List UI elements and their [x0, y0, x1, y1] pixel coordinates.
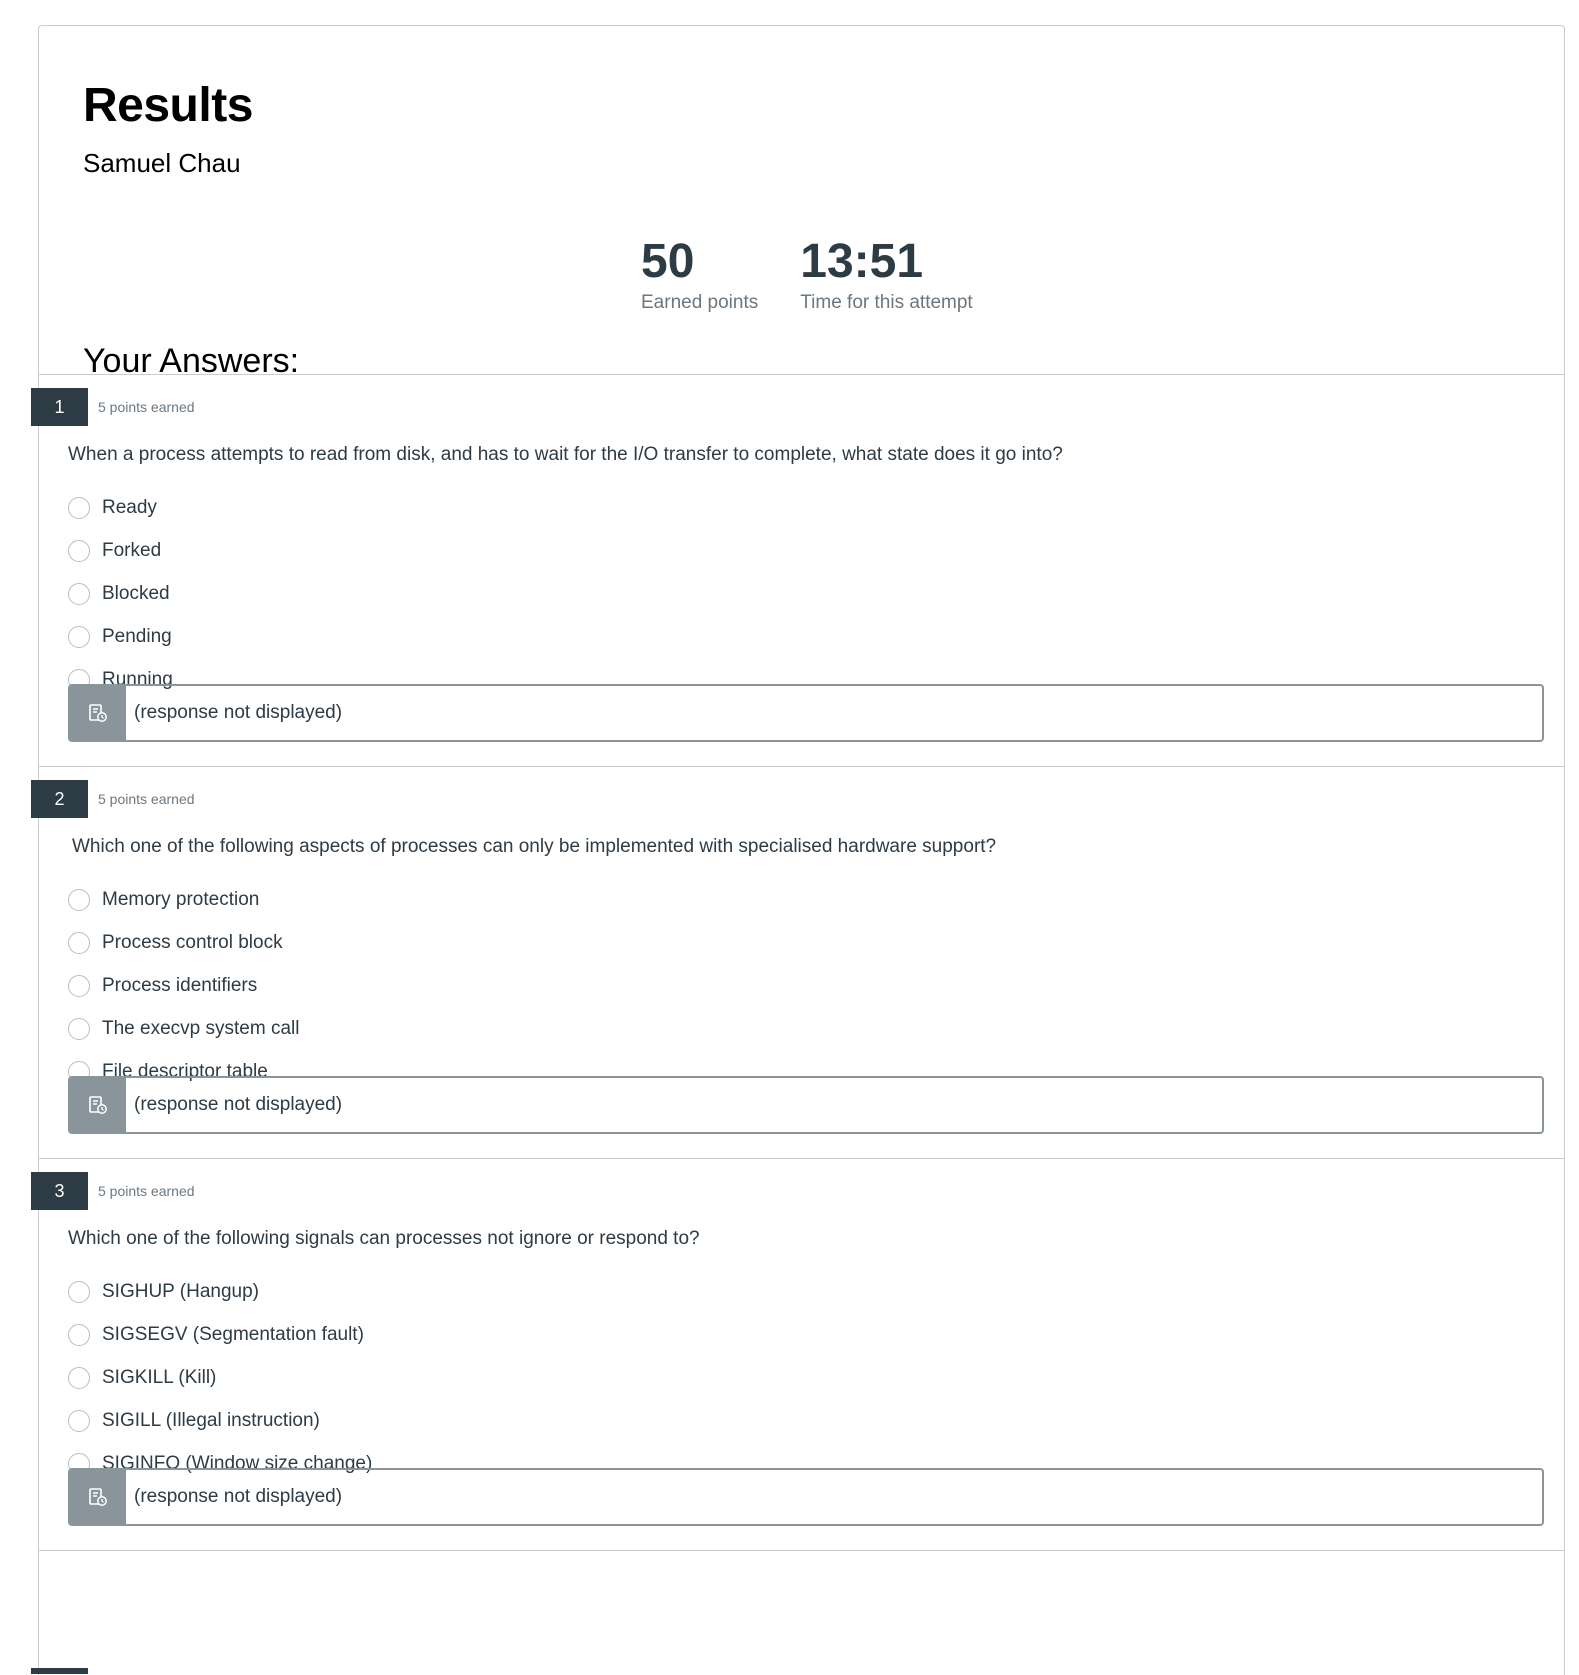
response-text: (response not displayed) — [134, 1486, 343, 1507]
attempt-time-stat: 13:51 Time for this attempt — [800, 238, 972, 314]
option-label: SIGILL (Illegal instruction) — [102, 1409, 320, 1431]
option-label: The execvp system call — [102, 1017, 300, 1039]
next-question-number — [31, 1668, 88, 1674]
option-label: Blocked — [102, 582, 170, 604]
divider — [38, 1158, 1565, 1159]
question-number: 3 — [31, 1172, 88, 1210]
question-1: 1 5 points earned When a process attempt… — [0, 388, 1579, 768]
question-text: Which one of the following signals can p… — [68, 1228, 700, 1249]
option-label: Process identifiers — [102, 974, 258, 996]
radio-button[interactable] — [68, 888, 90, 911]
question-text: Which one of the following aspects of pr… — [72, 836, 997, 857]
answer-option[interactable]: Process identifiers — [68, 964, 299, 1007]
radio-button[interactable] — [68, 1280, 90, 1303]
option-label: SIGSEGV (Segmentation fault) — [102, 1323, 364, 1345]
radio-button[interactable] — [68, 1409, 90, 1432]
answer-option[interactable]: SIGILL (Illegal instruction) — [68, 1399, 372, 1442]
option-label: Process control block — [102, 931, 283, 953]
answer-option[interactable]: Ready — [68, 486, 173, 529]
answer-option[interactable]: SIGSEGV (Segmentation fault) — [68, 1313, 372, 1356]
radio-button[interactable] — [68, 539, 90, 562]
answer-option[interactable]: Memory protection — [68, 878, 299, 921]
document-clock-icon — [89, 1488, 107, 1506]
answer-options: Ready Forked Blocked Pending Running — [68, 486, 173, 701]
attempt-time-value: 13:51 — [800, 235, 924, 288]
radio-button[interactable] — [68, 582, 90, 605]
question-2: 2 5 points earned Which one of the follo… — [0, 780, 1579, 1160]
points-earned: 5 points earned — [98, 1183, 195, 1199]
radio-button[interactable] — [68, 1366, 90, 1389]
response-icon — [70, 1470, 126, 1524]
earned-points-value: 50 — [641, 235, 695, 288]
answer-option[interactable]: Process control block — [68, 921, 299, 964]
response-text: (response not displayed) — [134, 1094, 343, 1115]
radio-button[interactable] — [68, 1017, 90, 1040]
radio-button[interactable] — [68, 931, 90, 954]
page-title: Results — [83, 79, 253, 132]
response-box: (response not displayed) — [68, 1468, 1544, 1526]
question-number: 1 — [31, 388, 88, 426]
option-label: SIGKILL (Kill) — [102, 1366, 217, 1388]
radio-button[interactable] — [68, 625, 90, 648]
divider — [38, 766, 1565, 767]
divider — [38, 1550, 1565, 1551]
option-label: Forked — [102, 539, 162, 561]
answer-option[interactable]: The execvp system call — [68, 1007, 299, 1050]
option-label: Ready — [102, 496, 157, 518]
response-box: (response not displayed) — [68, 684, 1544, 742]
answer-options: SIGHUP (Hangup) SIGSEGV (Segmentation fa… — [68, 1270, 372, 1485]
question-number: 2 — [31, 780, 88, 818]
option-label: Memory protection — [102, 888, 260, 910]
radio-button[interactable] — [68, 1323, 90, 1346]
results-page: Results Samuel Chau 50 Earned points 13:… — [0, 0, 1579, 1675]
answer-option[interactable]: SIGKILL (Kill) — [68, 1356, 372, 1399]
radio-button[interactable] — [68, 496, 90, 519]
points-earned: 5 points earned — [98, 399, 195, 415]
points-earned: 5 points earned — [98, 791, 195, 807]
earned-points-stat: 50 Earned points — [641, 238, 758, 314]
answer-options: Memory protection Process control block … — [68, 878, 299, 1093]
response-icon — [70, 686, 126, 740]
response-text: (response not displayed) — [134, 702, 343, 723]
attempt-time-label: Time for this attempt — [800, 292, 973, 313]
radio-button[interactable] — [68, 974, 90, 997]
response-icon — [70, 1078, 126, 1132]
student-name: Samuel Chau — [83, 148, 241, 178]
document-clock-icon — [89, 1096, 107, 1114]
answer-option[interactable]: SIGHUP (Hangup) — [68, 1270, 372, 1313]
option-label: Pending — [102, 625, 172, 647]
answer-option[interactable]: Pending — [68, 615, 173, 658]
divider — [38, 374, 1565, 375]
answers-heading: Your Answers: — [83, 342, 300, 380]
earned-points-label: Earned points — [641, 292, 759, 313]
document-clock-icon — [89, 704, 107, 722]
option-label: SIGHUP (Hangup) — [102, 1280, 259, 1302]
response-box: (response not displayed) — [68, 1076, 1544, 1134]
score-summary: 50 Earned points 13:51 Time for this att… — [641, 238, 973, 314]
question-3: 3 5 points earned Which one of the follo… — [0, 1172, 1579, 1552]
question-text: When a process attempts to read from dis… — [68, 444, 1063, 465]
answer-option[interactable]: Forked — [68, 529, 173, 572]
answer-option[interactable]: Blocked — [68, 572, 173, 615]
